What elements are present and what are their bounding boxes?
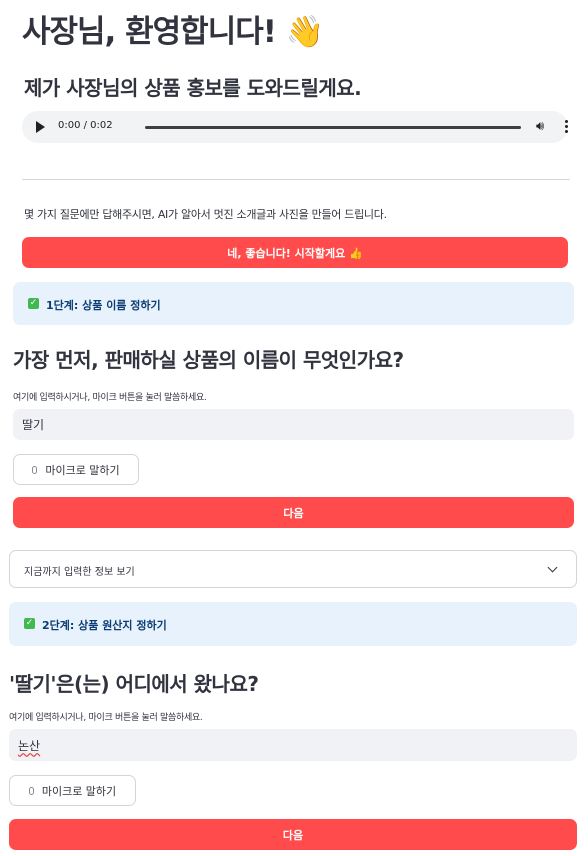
volume-icon[interactable]: 🔊︎ <box>536 119 544 135</box>
mic-button-label: 마이크로 말하기 <box>45 463 120 477</box>
product-name-input[interactable]: 딸기 <box>13 409 574 440</box>
play-icon[interactable] <box>36 121 45 133</box>
page-title: 사장님, 환영합니다! 👋 <box>22 14 324 50</box>
next-button-step1[interactable]: 다음 <box>13 497 574 528</box>
page-subtitle: 제가 사장님의 상품 홍보를 도와드릴게요. <box>24 76 362 100</box>
step1-question: 가장 먼저, 판매하실 상품의 이름이 무엇인가요? <box>13 348 404 372</box>
check-icon: ✓ <box>28 298 39 309</box>
next-button-step2[interactable]: 다음 <box>9 819 577 850</box>
step2-question: '딸기'은(는) 어디에서 왔나요? <box>9 672 259 696</box>
more-options-icon[interactable] <box>565 120 569 135</box>
start-button[interactable]: 네, 좋습니다! 시작할게요 👍 <box>22 237 568 268</box>
product-origin-value: 논산 <box>18 738 41 753</box>
audio-progress-bar[interactable] <box>145 126 521 129</box>
step1-hint: 여기에 입력하시거나, 마이크 버튼을 눌러 말씀하세요. <box>13 393 207 403</box>
info-expander[interactable]: 지금까지 입력한 정보 보기 <box>9 550 577 588</box>
product-name-value: 딸기 <box>22 418 45 432</box>
expander-label: 지금까지 입력한 정보 보기 <box>24 567 135 578</box>
check-icon: ✓ <box>24 618 35 629</box>
intro-description: 몇 가지 질문에만 답해주시면, AI가 알아서 멋진 소개글과 사진을 만들어… <box>24 208 387 221</box>
audio-player[interactable]: 0:00 / 0:02 🔊︎ <box>22 111 568 143</box>
microphone-icon <box>28 786 34 795</box>
microphone-icon <box>32 465 38 474</box>
step1-banner: ✓ 1단계: 상품 이름 정하기 <box>13 282 574 325</box>
audio-time: 0:00 / 0:02 <box>58 120 113 131</box>
mic-button-step2[interactable]: 마이크로 말하기 <box>9 775 136 806</box>
divider <box>22 179 570 180</box>
product-origin-input[interactable]: 논산 <box>9 729 577 761</box>
step2-banner: ✓ 2단계: 상품 원산지 정하기 <box>9 602 577 646</box>
step2-banner-text: 2단계: 상품 원산지 정하기 <box>42 619 167 632</box>
step1-banner-text: 1단계: 상품 이름 정하기 <box>46 299 161 312</box>
mic-button-step1[interactable]: 마이크로 말하기 <box>13 454 139 485</box>
step2-hint: 여기에 입력하시거나, 마이크 버튼을 눌러 말씀하세요. <box>9 713 203 723</box>
chevron-down-icon[interactable] <box>547 562 558 573</box>
mic-button-label: 마이크로 말하기 <box>41 784 117 798</box>
